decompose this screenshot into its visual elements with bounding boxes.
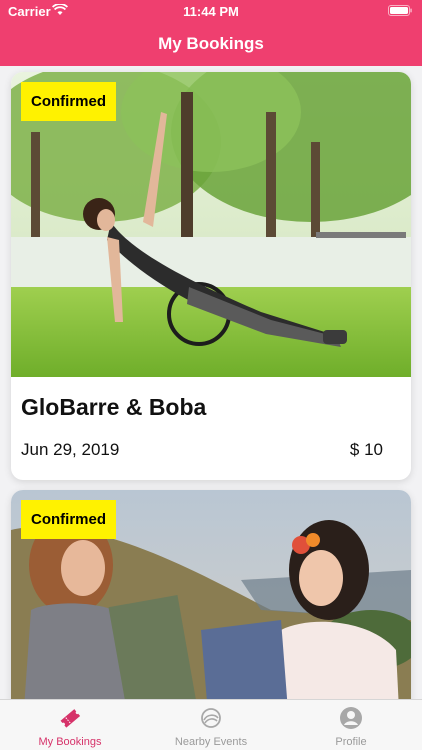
event-title: GloBarre & Boba	[21, 394, 207, 420]
booking-card[interactable]: Confirmed	[11, 490, 411, 700]
profile-icon	[340, 707, 362, 729]
event-date: Jun 29, 2019	[21, 440, 120, 459]
tab-label: Profile	[335, 736, 367, 748]
status-time: 11:44 PM	[183, 4, 239, 19]
status-badge: Confirmed	[21, 500, 116, 539]
swirl-icon	[201, 708, 221, 728]
status-badge: Confirmed	[21, 82, 116, 121]
tab-profile[interactable]: Profile	[281, 700, 421, 750]
ticket-icon	[60, 709, 81, 728]
tab-nearby-events[interactable]: Nearby Events	[141, 700, 281, 750]
tab-my-bookings[interactable]: My Bookings	[0, 700, 140, 750]
battery-icon	[388, 5, 412, 16]
tab-bar: My Bookings Nearby Events Profile	[0, 699, 422, 750]
tab-label: Nearby Events	[174, 736, 248, 748]
tab-label: My Bookings	[38, 736, 102, 748]
status-bar: Carrier 11:44 PM	[0, 0, 422, 22]
event-price: $ 10	[349, 440, 383, 459]
booking-card[interactable]: Confirmed GloBarre & Boba Jun 29, 2019 $…	[11, 72, 411, 480]
navigation-header: Carrier 11:44 PM My Bookings	[0, 0, 422, 66]
bookings-list[interactable]: Confirmed GloBarre & Boba Jun 29, 2019 $…	[0, 66, 422, 700]
page-title: My Bookings	[158, 34, 264, 53]
